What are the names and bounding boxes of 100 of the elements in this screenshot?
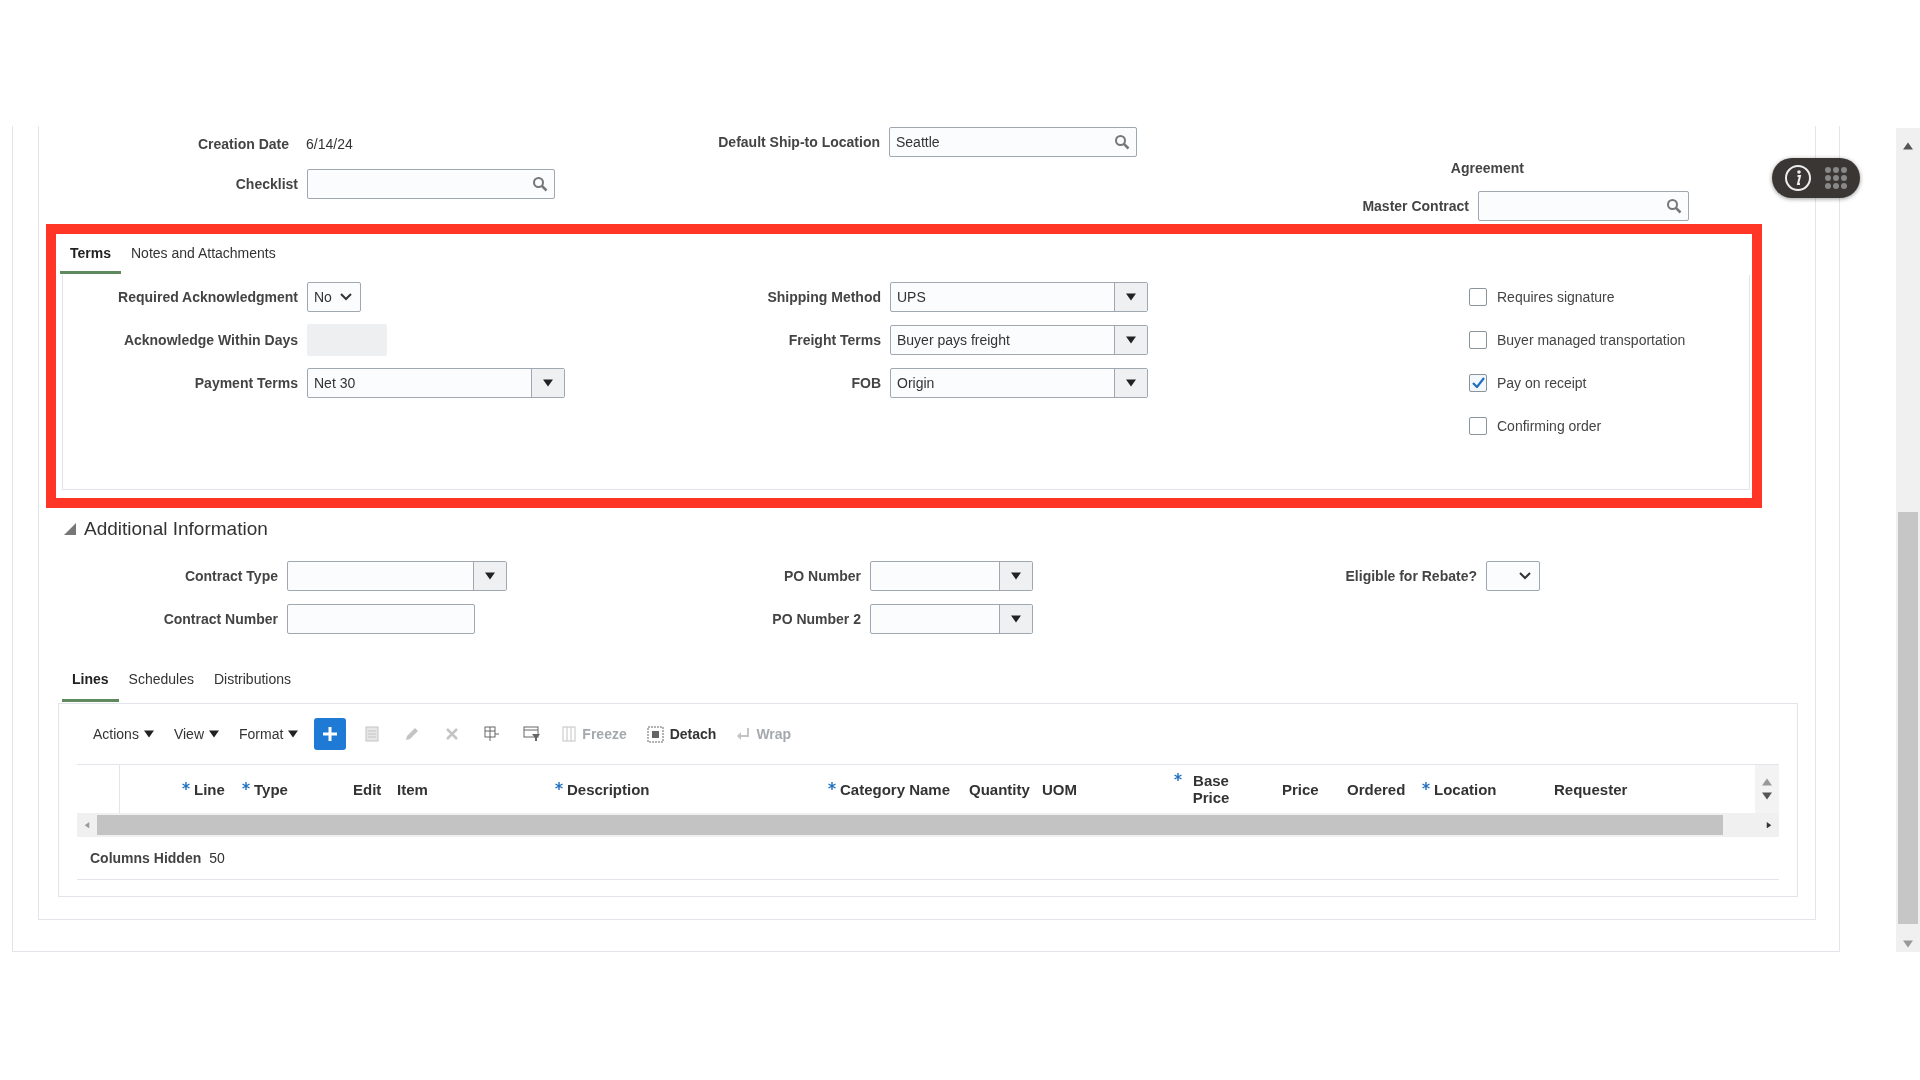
column-header: Edit [353, 780, 383, 798]
tab[interactable]: Terms [60, 234, 121, 274]
section-title: Additional Information [84, 518, 268, 540]
field-label: FOB [850, 374, 882, 391]
search-field[interactable] [1478, 191, 1689, 221]
terms-combobox[interactable]: UPS [890, 281, 1148, 312]
field-label: PO Number [783, 567, 862, 584]
menu-button[interactable]: View [169, 726, 223, 742]
checkbox[interactable] [1469, 373, 1487, 392]
column-header: Location [1422, 780, 1554, 798]
page-scrollbar[interactable] [1896, 128, 1920, 952]
horizontal-scrollbar[interactable] [77, 813, 1779, 837]
contract-combobox[interactable] [287, 560, 507, 591]
field-label: Shipping Method [766, 288, 882, 305]
terms-select[interactable]: No [307, 281, 361, 312]
menu-button[interactable]: Actions [89, 726, 158, 742]
field-label: Master Contract [1361, 198, 1470, 214]
search-field[interactable]: Seattle [889, 127, 1137, 157]
column-header: Item [397, 780, 429, 798]
wrap-icon [736, 727, 751, 741]
dropdown-arrow-icon [1011, 614, 1021, 623]
pencil-icon [404, 726, 421, 742]
search-icon[interactable] [532, 176, 548, 192]
toolbar-button[interactable]: Detach [642, 720, 721, 748]
checkbox-label: Confirming order [1497, 417, 1602, 434]
terms-combobox[interactable]: Buyer pays freight [890, 324, 1148, 355]
dropdown-arrow-icon [543, 378, 553, 387]
contract-input[interactable] [287, 603, 475, 634]
tab[interactable]: Lines [62, 658, 119, 702]
field-value: 6/14/24 [305, 136, 353, 152]
tab[interactable]: Notes and Attachments [121, 234, 286, 274]
dropdown-arrow-icon [1126, 292, 1136, 301]
column-header: Requester [1554, 780, 1629, 798]
field-label: Eligible for Rebate? [1344, 567, 1478, 584]
field-label: Freight Terms [787, 331, 882, 348]
field-label: Checklist [234, 176, 299, 192]
dropdown-arrow-icon [485, 571, 495, 580]
required-asterisk-icon [828, 781, 836, 790]
column-header: Ordered [1347, 780, 1407, 798]
column-header: Category Name [828, 780, 969, 798]
search-icon[interactable] [1666, 198, 1682, 214]
checkbox[interactable] [1469, 416, 1487, 435]
checkbox[interactable] [1469, 330, 1487, 349]
detach-icon [646, 725, 664, 743]
dropdown-arrow-icon [1126, 378, 1136, 387]
field-label: PO Number 2 [771, 610, 862, 627]
caret-icon [143, 730, 154, 738]
checkbox[interactable] [1469, 287, 1487, 306]
rebate-select[interactable] [1486, 560, 1540, 591]
required-asterisk-icon [242, 781, 250, 790]
column-header: Line [120, 780, 242, 798]
columns-icon [562, 726, 577, 742]
column-header: Base Price [1174, 772, 1282, 806]
scroll-up-arrow-icon [1903, 142, 1913, 150]
column-header: UOM [1042, 780, 1078, 798]
field-label: Acknowledge Within Days [122, 331, 299, 348]
required-asterisk-icon [1422, 781, 1430, 790]
column-header: Price [1282, 780, 1320, 798]
required-asterisk-icon [182, 781, 190, 790]
disclosure-triangle-icon[interactable] [64, 523, 76, 535]
checkmark-icon [1471, 377, 1485, 388]
search-icon[interactable] [1114, 134, 1130, 150]
scroll-left-arrow-icon [83, 821, 91, 829]
search-field[interactable] [307, 169, 555, 199]
field-label: Default Ship-to Location [717, 134, 881, 150]
caret-icon [288, 730, 299, 738]
vertical-scrollbar[interactable] [1755, 765, 1779, 813]
scroll-down-arrow-icon [1903, 940, 1913, 948]
table-split-icon [483, 725, 502, 743]
field-label: Required Acknowledgment [117, 288, 299, 305]
checkbox-label: Pay on receipt [1497, 374, 1587, 391]
terms-combobox[interactable]: Net 30 [307, 367, 565, 398]
info-icon [1784, 164, 1812, 192]
filter-table-icon [523, 726, 542, 742]
menu-button[interactable]: Format [235, 726, 303, 742]
field-label: Contract Number [162, 610, 279, 627]
caret-icon [209, 730, 219, 738]
help-widget[interactable] [1772, 158, 1860, 198]
po-number-combobox[interactable] [870, 603, 1033, 634]
column-header: Type [242, 780, 353, 798]
dropdown-arrow-icon [1011, 571, 1021, 580]
field-value: 50 [209, 850, 225, 866]
tab[interactable]: Schedules [118, 658, 204, 702]
required-asterisk-icon [555, 781, 563, 790]
field-label: Columns Hidden [90, 850, 203, 866]
add-button[interactable] [314, 718, 347, 750]
field-label: Agreement [1449, 160, 1525, 176]
field-label: Contract Type [183, 567, 279, 584]
po-number-combobox[interactable] [870, 560, 1033, 591]
tab[interactable]: Distributions [203, 658, 301, 702]
document-icon [365, 726, 380, 742]
field-label: Payment Terms [193, 374, 299, 391]
column-header: Description [555, 780, 828, 798]
chevron-down-icon [340, 292, 352, 301]
app-grid-icon [1824, 166, 1848, 190]
required-asterisk-icon [1174, 773, 1182, 781]
column-header: Quantity [969, 780, 1031, 798]
terms-combobox[interactable]: Origin [890, 367, 1148, 398]
x-icon [445, 727, 460, 741]
checkbox-label: Requires signature [1497, 288, 1615, 305]
